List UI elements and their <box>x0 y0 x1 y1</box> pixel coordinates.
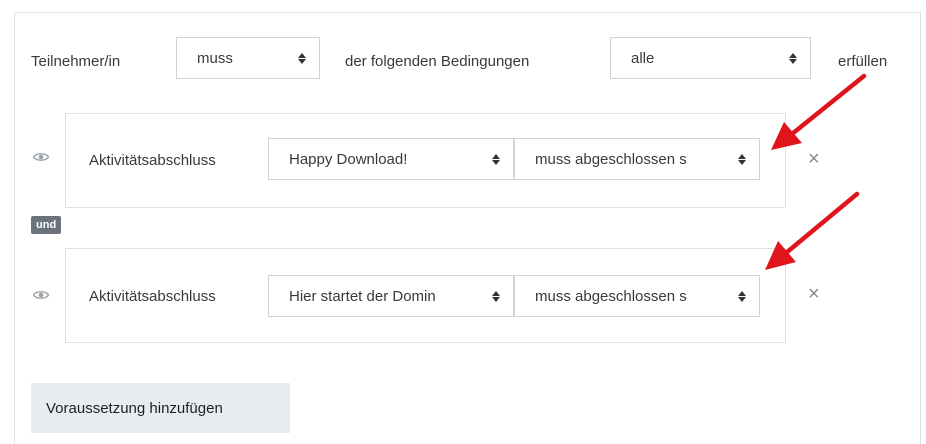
must-select-value: muss <box>197 49 233 67</box>
sort-caret-icon <box>737 153 747 165</box>
close-icon[interactable]: × <box>808 284 820 304</box>
activity-select-value: Hier startet der Domin <box>289 287 436 305</box>
condition-type-label: Aktivitätsabschluss <box>89 152 216 169</box>
add-condition-button[interactable]: Voraussetzung hinzufügen <box>31 383 290 433</box>
status-select[interactable]: muss abgeschlossen s <box>514 138 760 180</box>
status-select-value: muss abgeschlossen s <box>535 150 687 168</box>
status-select-value: muss abgeschlossen s <box>535 287 687 305</box>
condition-type-label: Aktivitätsabschluss <box>89 288 216 305</box>
activity-select[interactable]: Hier startet der Domin <box>268 275 514 317</box>
activity-select-value: Happy Download! <box>289 150 408 168</box>
all-select[interactable]: alle <box>610 37 811 79</box>
sort-caret-icon <box>491 290 501 302</box>
status-select[interactable]: muss abgeschlossen s <box>514 275 760 317</box>
sort-caret-icon <box>491 153 501 165</box>
activity-select[interactable]: Happy Download! <box>268 138 514 180</box>
close-icon[interactable]: × <box>808 149 820 169</box>
sort-caret-icon <box>737 290 747 302</box>
eye-icon[interactable] <box>33 152 49 162</box>
conditions-label: der folgenden Bedingungen <box>345 53 530 70</box>
fulfill-label: erfüllen <box>838 53 888 70</box>
sort-caret-icon <box>297 52 307 64</box>
all-select-value: alle <box>631 49 655 67</box>
participant-label: Teilnehmer/in <box>31 53 121 70</box>
must-select[interactable]: muss <box>176 37 320 79</box>
sort-caret-icon <box>788 52 798 64</box>
connector-badge: und <box>31 216 62 234</box>
eye-icon[interactable] <box>33 290 49 300</box>
